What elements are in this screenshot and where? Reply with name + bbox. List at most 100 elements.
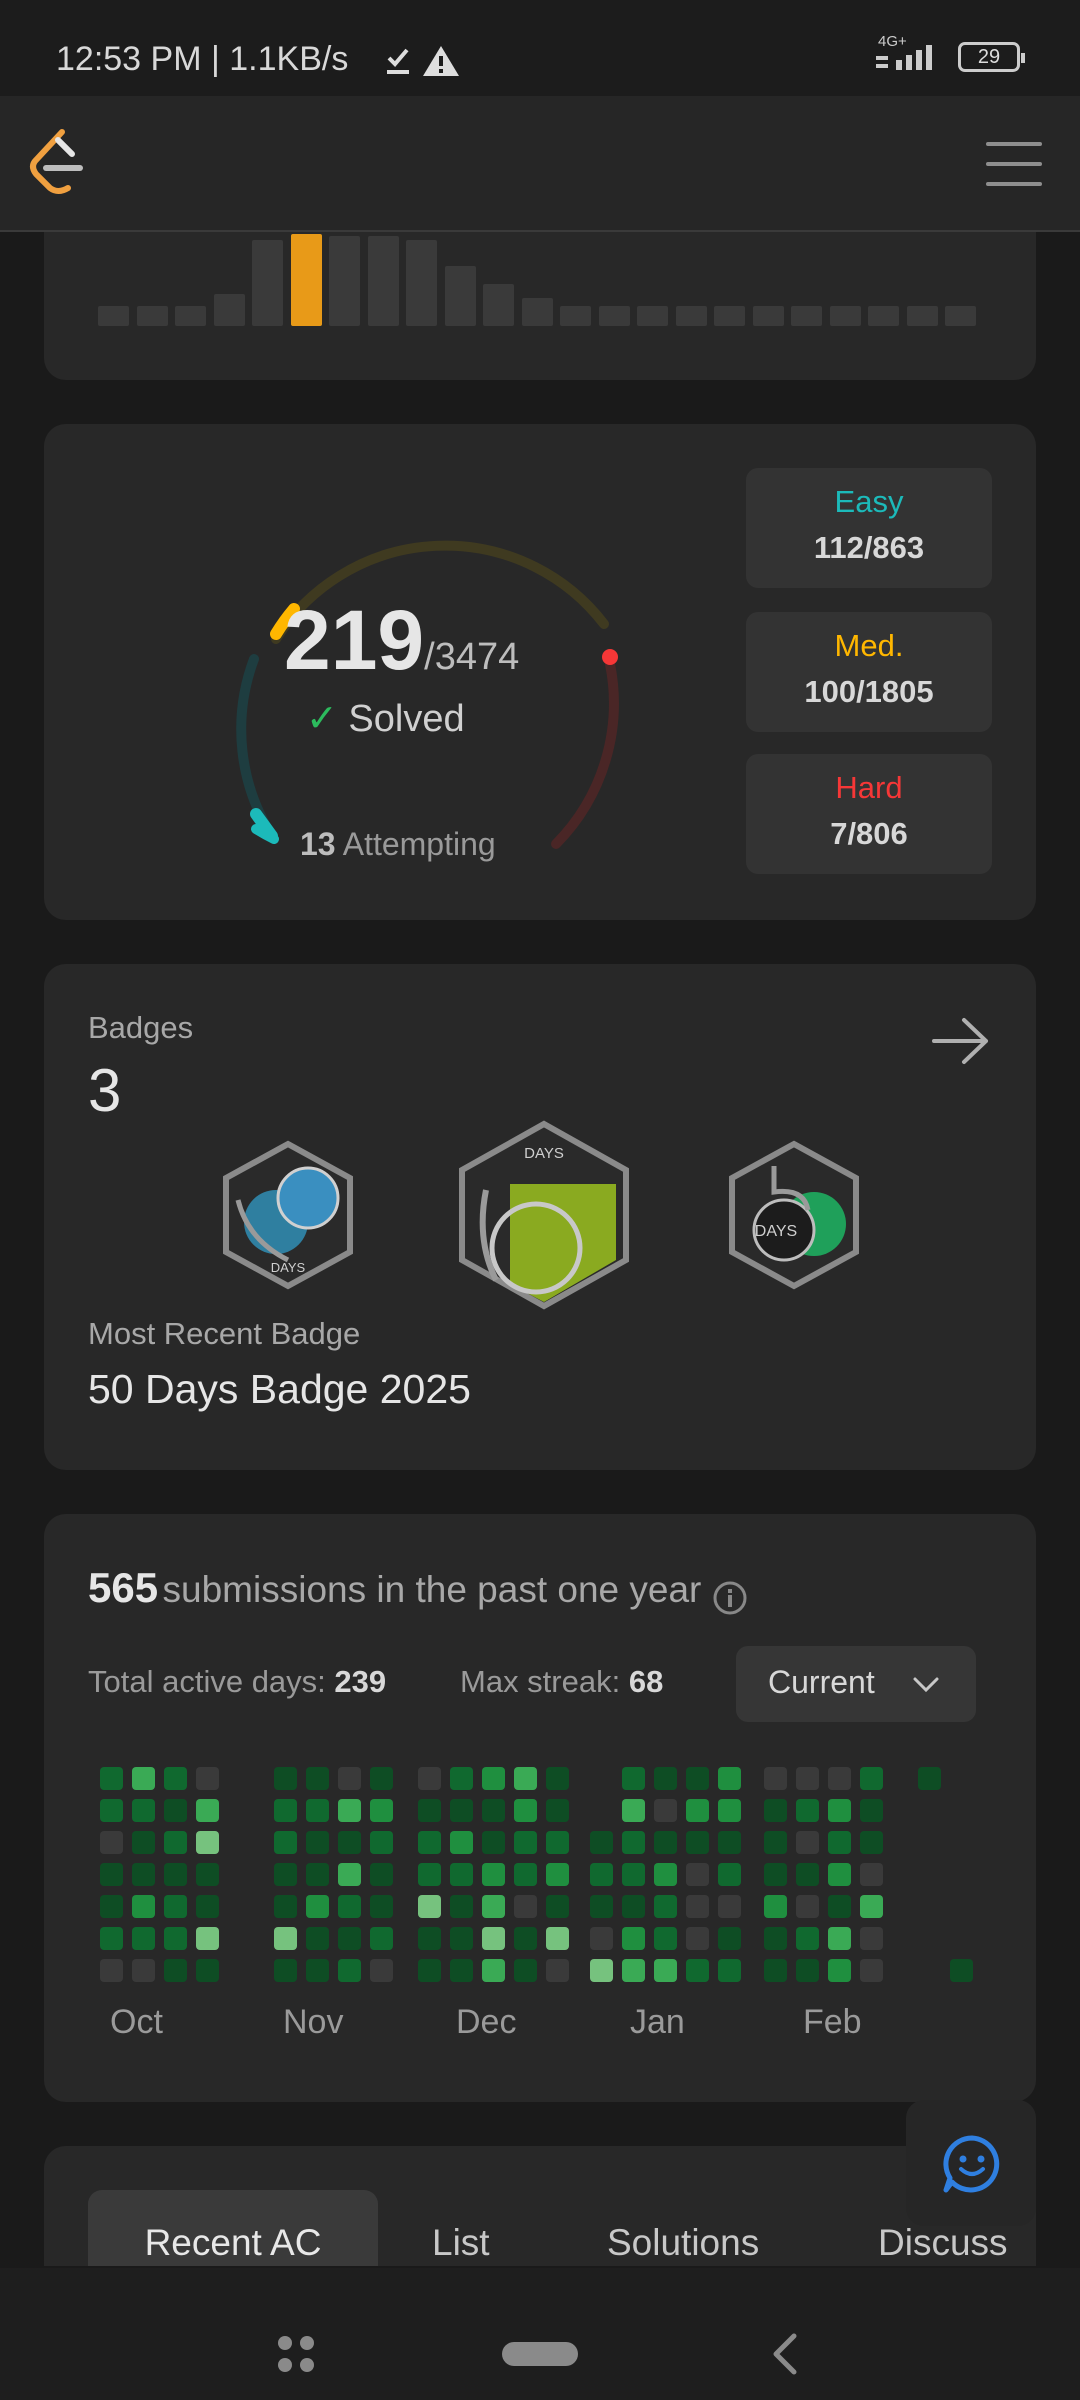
heatmap-cell[interactable]: [718, 1895, 741, 1918]
heatmap-cell[interactable]: [686, 1831, 709, 1854]
heatmap-cell[interactable]: [764, 1799, 787, 1822]
back-icon[interactable]: [770, 2332, 800, 2376]
heatmap-cell[interactable]: [338, 1959, 361, 1982]
heatmap-cell[interactable]: [796, 1863, 819, 1886]
leetcode-logo-icon[interactable]: [28, 128, 84, 203]
heatmap-cell[interactable]: [918, 1767, 941, 1790]
home-pill-icon[interactable]: [502, 2342, 578, 2366]
heatmap-cell[interactable]: [132, 1927, 155, 1950]
heatmap-cell[interactable]: [764, 1927, 787, 1950]
heatmap-cell[interactable]: [164, 1927, 187, 1950]
heatmap-cell[interactable]: [514, 1831, 537, 1854]
tab-list[interactable]: List: [432, 2222, 490, 2264]
tab-recent-ac[interactable]: Recent AC: [88, 2190, 378, 2266]
heatmap-cell[interactable]: [828, 1959, 851, 1982]
heatmap-cell[interactable]: [418, 1799, 441, 1822]
badge-days-lime-icon[interactable]: DAYS: [456, 1120, 632, 1310]
heatmap-cell[interactable]: [306, 1895, 329, 1918]
heatmap-cell[interactable]: [418, 1863, 441, 1886]
heatmap-cell[interactable]: [482, 1831, 505, 1854]
info-icon[interactable]: [712, 1580, 748, 1616]
heatmap-cell[interactable]: [164, 1959, 187, 1982]
heatmap-cell[interactable]: [164, 1863, 187, 1886]
heatmap-cell[interactable]: [546, 1863, 569, 1886]
heatmap-cell[interactable]: [274, 1831, 297, 1854]
heatmap-cell[interactable]: [654, 1863, 677, 1886]
heatmap-cell[interactable]: [100, 1767, 123, 1790]
heatmap-cell[interactable]: [100, 1927, 123, 1950]
heatmap-cell[interactable]: [100, 1799, 123, 1822]
heatmap-cell[interactable]: [546, 1895, 569, 1918]
heatmap-cell[interactable]: [274, 1927, 297, 1950]
heatmap-cell[interactable]: [514, 1799, 537, 1822]
heatmap-cell[interactable]: [418, 1927, 441, 1950]
heatmap-cell[interactable]: [370, 1895, 393, 1918]
heatmap-cell[interactable]: [274, 1959, 297, 1982]
heatmap-cell[interactable]: [764, 1767, 787, 1790]
heatmap-cell[interactable]: [764, 1895, 787, 1918]
heatmap-cell[interactable]: [514, 1767, 537, 1790]
heatmap-cell[interactable]: [196, 1927, 219, 1950]
heatmap-cell[interactable]: [546, 1799, 569, 1822]
heatmap-cell[interactable]: [796, 1927, 819, 1950]
badge-50-days-icon[interactable]: DAYS: [724, 1140, 864, 1290]
heatmap-cell[interactable]: [718, 1959, 741, 1982]
heatmap-cell[interactable]: [338, 1767, 361, 1790]
heatmap-cell[interactable]: [100, 1959, 123, 1982]
heatmap-cell[interactable]: [718, 1799, 741, 1822]
heatmap-cell[interactable]: [274, 1799, 297, 1822]
heatmap-cell[interactable]: [306, 1927, 329, 1950]
heatmap-cell[interactable]: [274, 1895, 297, 1918]
heatmap-cell[interactable]: [482, 1799, 505, 1822]
heatmap-cell[interactable]: [196, 1767, 219, 1790]
heatmap-cell[interactable]: [622, 1831, 645, 1854]
heatmap-cell[interactable]: [718, 1927, 741, 1950]
heatmap-cell[interactable]: [828, 1831, 851, 1854]
heatmap-cell[interactable]: [196, 1799, 219, 1822]
heatmap-cell[interactable]: [450, 1863, 473, 1886]
heatmap-cell[interactable]: [622, 1863, 645, 1886]
heatmap-cell[interactable]: [590, 1895, 613, 1918]
heatmap-cell[interactable]: [950, 1959, 973, 1982]
heatmap-cell[interactable]: [482, 1863, 505, 1886]
heatmap-cell[interactable]: [306, 1863, 329, 1886]
heatmap-cell[interactable]: [764, 1863, 787, 1886]
heatmap-cell[interactable]: [132, 1831, 155, 1854]
heatmap-cell[interactable]: [546, 1767, 569, 1790]
heatmap-cell[interactable]: [370, 1959, 393, 1982]
heatmap-cell[interactable]: [546, 1831, 569, 1854]
heatmap-cell[interactable]: [622, 1895, 645, 1918]
heatmap-cell[interactable]: [482, 1927, 505, 1950]
heatmap-cell[interactable]: [796, 1767, 819, 1790]
heatmap-cell[interactable]: [654, 1895, 677, 1918]
heatmap-cell[interactable]: [860, 1767, 883, 1790]
hamburger-menu-icon[interactable]: [986, 142, 1042, 186]
heatmap-cell[interactable]: [418, 1767, 441, 1790]
heatmap-cell[interactable]: [514, 1895, 537, 1918]
heatmap-cell[interactable]: [418, 1895, 441, 1918]
apps-grid-icon[interactable]: [276, 2334, 316, 2374]
heatmap-cell[interactable]: [450, 1767, 473, 1790]
badge-days-blue-icon[interactable]: DAYS: [218, 1140, 358, 1290]
heatmap-cell[interactable]: [718, 1863, 741, 1886]
heatmap-cell[interactable]: [514, 1927, 537, 1950]
heatmap-cell[interactable]: [100, 1831, 123, 1854]
heatmap-cell[interactable]: [686, 1767, 709, 1790]
heatmap-cell[interactable]: [274, 1863, 297, 1886]
heatmap-cell[interactable]: [590, 1863, 613, 1886]
heatmap-cell[interactable]: [306, 1767, 329, 1790]
heatmap-cell[interactable]: [338, 1831, 361, 1854]
heatmap-cell[interactable]: [450, 1927, 473, 1950]
heatmap-cell[interactable]: [306, 1831, 329, 1854]
heatmap-cell[interactable]: [654, 1799, 677, 1822]
heatmap-cell[interactable]: [718, 1831, 741, 1854]
heatmap-cell[interactable]: [338, 1863, 361, 1886]
tab-solutions[interactable]: Solutions: [607, 2222, 759, 2264]
heatmap-cell[interactable]: [306, 1799, 329, 1822]
heatmap-cell[interactable]: [370, 1799, 393, 1822]
heatmap-cell[interactable]: [338, 1927, 361, 1950]
heatmap-cell[interactable]: [546, 1927, 569, 1950]
heatmap-cell[interactable]: [686, 1927, 709, 1950]
heatmap-cell[interactable]: [796, 1959, 819, 1982]
heatmap-cell[interactable]: [796, 1895, 819, 1918]
